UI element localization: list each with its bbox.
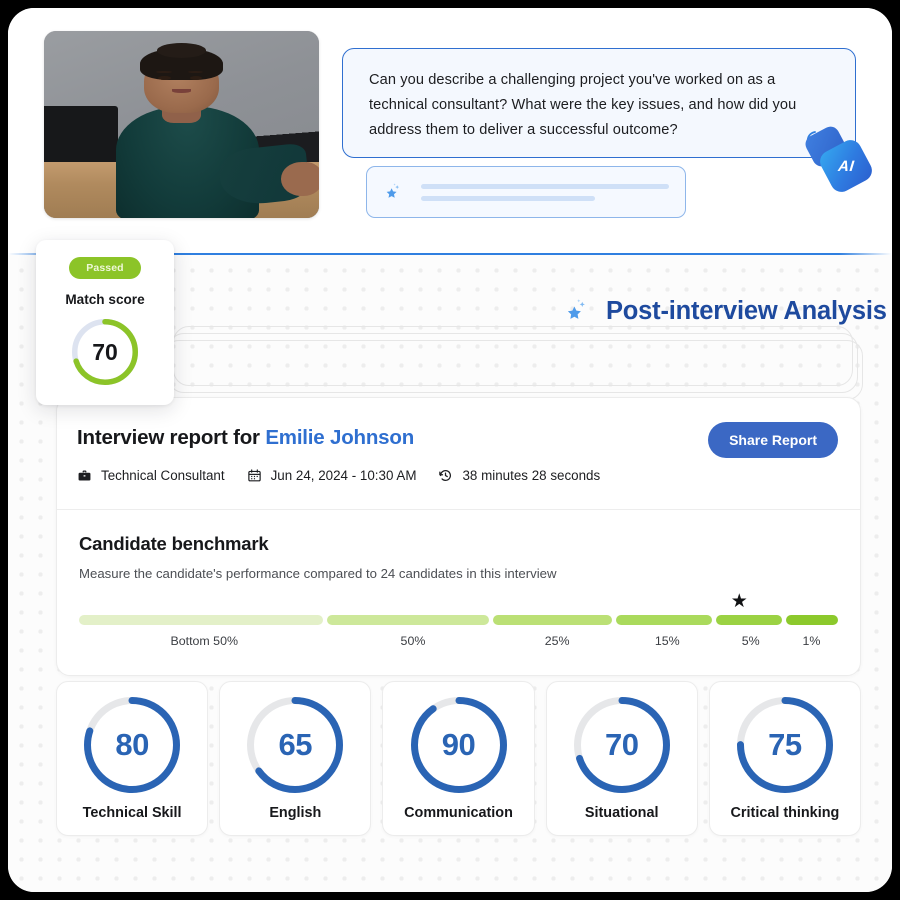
score-label: Technical Skill [82, 804, 182, 821]
calendar-icon [247, 469, 261, 482]
interview-top-section: Can you describe a challenging project y… [8, 8, 892, 245]
history-clock-icon [439, 470, 452, 481]
candidate-name: Emilie Johnson [265, 426, 415, 449]
benchmark-segment-label: 1% [802, 634, 821, 648]
score-value: 70 [604, 726, 639, 762]
match-score-value: 70 [92, 338, 118, 365]
score-ring: 80 [84, 696, 181, 793]
candidate-video-thumbnail[interactable] [44, 31, 319, 218]
ai-assistant-badge[interactable]: AI [802, 123, 876, 196]
report-title-prefix: Interview report for [77, 426, 266, 449]
interview-question-text: Can you describe a challenging project y… [369, 72, 797, 138]
benchmark-segment-label: 50% [400, 634, 426, 648]
meta-datetime-text: Jun 24, 2024 - 10:30 AM [270, 468, 417, 483]
benchmark-segment [326, 615, 490, 625]
score-card[interactable]: 70 Situational [545, 681, 698, 836]
benchmark-segment [786, 615, 838, 625]
score-label: Critical thinking [730, 804, 840, 821]
meta-datetime: Jun 24, 2024 - 10:30 AM [247, 468, 417, 483]
score-ring: 70 [573, 696, 670, 793]
skeleton-line [421, 183, 669, 189]
analysis-heading: Post-interview Analysis [564, 296, 887, 326]
page-title: Interview report for Emilie Johnson [77, 426, 414, 450]
benchmark-bar-area: ★ Bottom 50% 50% 25% 15% 5% 1% [79, 592, 838, 667]
score-card[interactable]: 75 Critical thinking [708, 681, 862, 836]
score-ring: 90 [410, 696, 507, 793]
benchmark-segment-label: 25% [544, 634, 570, 648]
ai-answer-placeholder-card [366, 166, 686, 218]
meta-role-text: Technical Consultant [101, 468, 225, 483]
match-score-ring: 70 [72, 319, 138, 385]
score-value: 80 [115, 726, 149, 762]
meta-duration: 38 minutes 28 seconds [438, 468, 600, 483]
benchmark-segment [79, 615, 323, 625]
score-ring: 75 [736, 696, 833, 793]
benchmark-candidate-marker: ★ [730, 591, 748, 612]
score-value: 65 [278, 726, 313, 762]
benchmark-bar-labels: Bottom 50% 50% 25% 15% 5% 1% [79, 634, 838, 654]
score-value: 75 [768, 726, 802, 762]
score-label: Situational [584, 804, 659, 821]
status-badge: Passed [69, 257, 141, 279]
app-frame: Can you describe a challenging project y… [8, 8, 892, 892]
person-hand [280, 161, 319, 196]
match-score-card: Passed Match score 70 [36, 240, 174, 405]
score-card[interactable]: 80 Technical Skill [56, 681, 209, 836]
candidate-benchmark-section: Candidate benchmark Measure the candidat… [57, 510, 860, 667]
briefcase-icon [78, 470, 91, 481]
person-eye-left [158, 75, 171, 81]
meta-duration-text: 38 minutes 28 seconds [462, 468, 601, 483]
analysis-heading-text: Post-interview Analysis [606, 296, 887, 325]
share-report-button[interactable]: Share Report [708, 422, 838, 458]
score-label: Communication [404, 804, 513, 821]
sparkle-star-icon [567, 299, 585, 319]
interview-question-card: Can you describe a challenging project y… [342, 48, 856, 158]
report-metadata: Technical Consultant Jun 24, 2024 - 10:3… [77, 468, 600, 483]
score-card-list: 80 Technical Skill 65 English 90 Communicatio… [56, 681, 862, 836]
benchmark-segment [615, 615, 712, 625]
benchmark-segment [715, 615, 783, 625]
score-value: 90 [441, 726, 476, 762]
score-ring: 65 [247, 696, 344, 793]
score-card[interactable]: 65 English [219, 681, 372, 836]
benchmark-title: Candidate benchmark [79, 533, 269, 554]
interview-report-card: Interview report for Emilie Johnson Tech… [56, 397, 861, 676]
report-header: Interview report for Emilie Johnson Tech… [57, 398, 860, 510]
benchmark-segment [493, 615, 612, 625]
skeleton-line [421, 195, 595, 201]
meta-role: Technical Consultant [77, 468, 225, 483]
benchmark-bar [79, 615, 838, 625]
benchmark-segment-label: Bottom 50% [170, 634, 238, 648]
answer-skeleton-lines [421, 183, 669, 201]
benchmark-segment-label: 15% [654, 634, 680, 648]
match-score-label: Match score [65, 292, 145, 307]
stacked-card-backdrop [173, 326, 853, 386]
benchmark-subtitle: Measure the candidate's performance comp… [79, 566, 557, 581]
sparkle-star-icon [386, 183, 400, 198]
person-mouth [171, 88, 192, 93]
score-label: English [269, 804, 322, 821]
ai-badge-label: AI [837, 157, 855, 175]
benchmark-segment-label: 5% [741, 634, 760, 648]
score-card[interactable]: 90 Communication [382, 681, 535, 836]
